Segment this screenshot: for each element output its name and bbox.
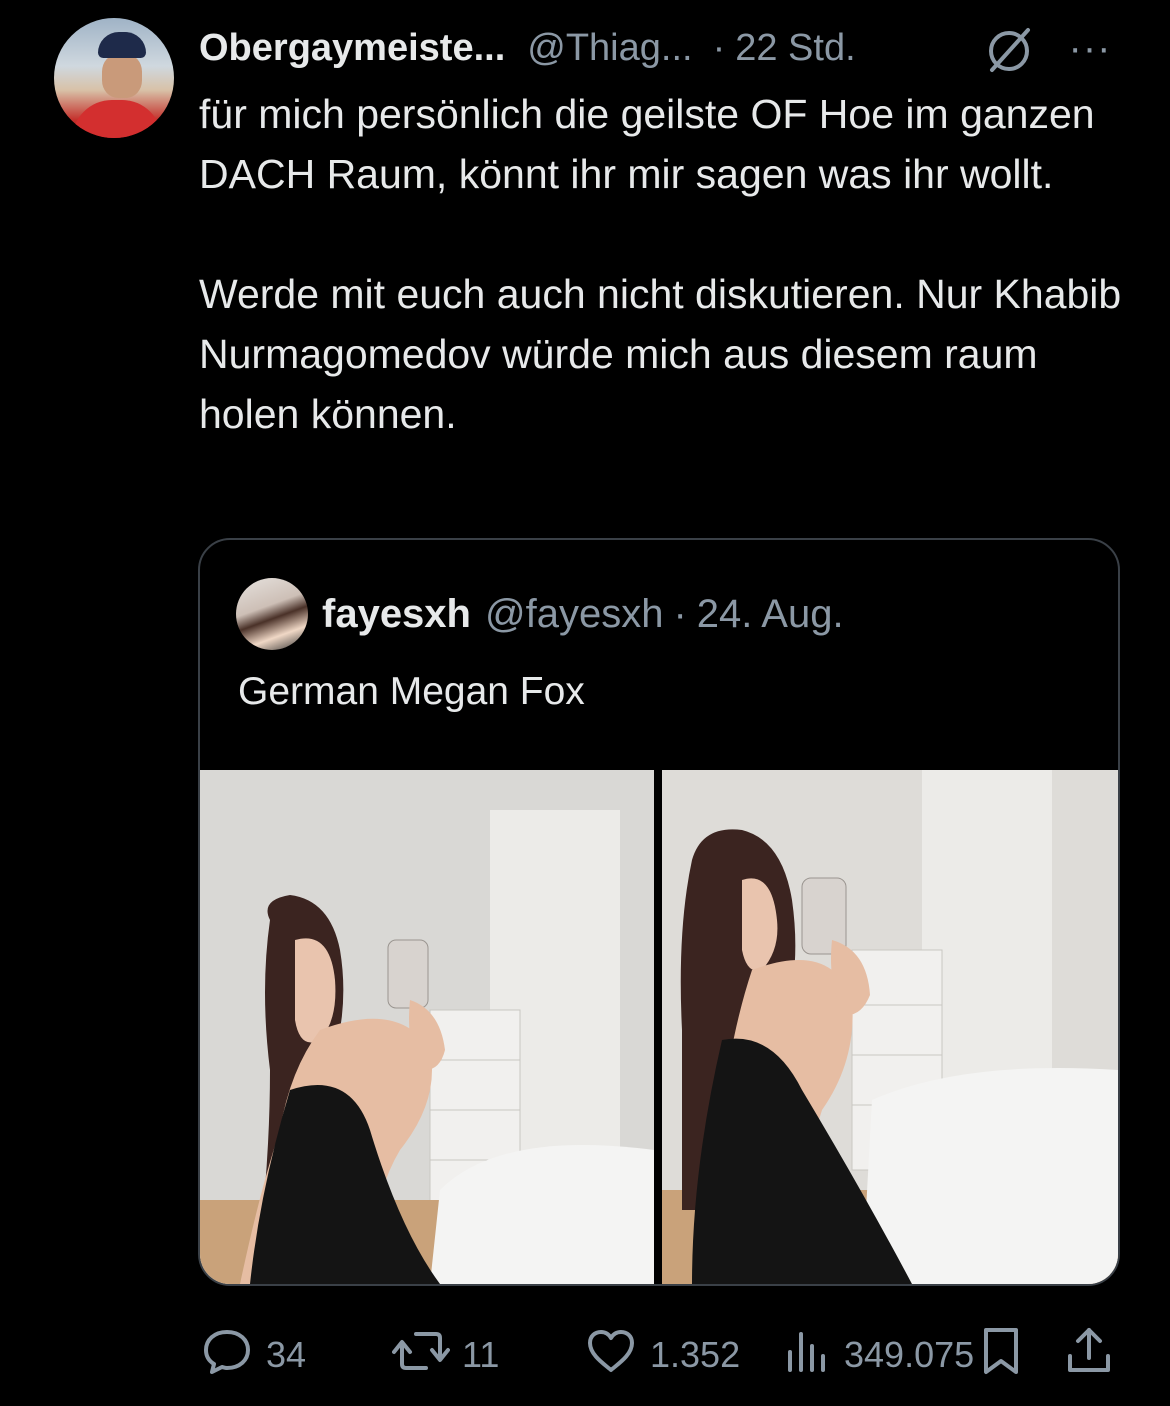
quoted-text: German Megan Fox — [238, 670, 585, 713]
like-button[interactable]: 1.352 — [584, 1320, 740, 1390]
tweet[interactable]: Obergaymeiste... @Thiag... · 22 Std. ···… — [0, 0, 1170, 1406]
media-photo-1[interactable] — [200, 770, 654, 1284]
views-bar-icon — [782, 1324, 832, 1387]
repost-button[interactable]: 11 — [392, 1320, 499, 1390]
share-icon — [1062, 1324, 1116, 1387]
author-handle[interactable]: @Thiag... — [527, 27, 692, 70]
tweet-paragraph: für mich persönlich die geilste OF Hoe i… — [199, 91, 1095, 197]
quoted-author-handle[interactable]: @fayesxh — [485, 592, 663, 637]
like-count: 1.352 — [650, 1334, 741, 1375]
bookmark-icon — [978, 1324, 1024, 1387]
repost-arrows-icon — [392, 1324, 450, 1387]
quoted-separator: · — [673, 591, 687, 636]
media-photo-2[interactable] — [662, 770, 1118, 1284]
quoted-author-name[interactable]: fayesxh — [322, 592, 471, 637]
views-count: 349.075 — [844, 1334, 975, 1375]
tweet-time[interactable]: 22 Std. — [735, 27, 855, 70]
avatar-shirt — [72, 100, 162, 138]
author-name[interactable]: Obergaymeiste... — [199, 27, 505, 70]
quoted-time[interactable]: 24. Aug. — [697, 592, 844, 637]
quoted-author-avatar[interactable] — [236, 578, 308, 650]
reply-button[interactable]: 34 — [200, 1320, 306, 1390]
avatar-face — [102, 54, 142, 98]
action-bar: 34 11 1.352 349.075 — [0, 1320, 1170, 1390]
reply-count: 34 — [266, 1334, 307, 1375]
avatar-cap — [98, 32, 146, 58]
repost-count: 11 — [462, 1334, 500, 1375]
heart-icon — [584, 1324, 638, 1387]
slash-circle-icon[interactable] — [984, 24, 1036, 76]
more-dots-icon[interactable]: ··· — [1066, 28, 1114, 68]
reply-bubble-icon — [200, 1324, 254, 1387]
author-avatar[interactable] — [54, 18, 174, 138]
tweet-header: Obergaymeiste... @Thiag... · 22 Std. — [199, 22, 856, 74]
quoted-tweet[interactable]: fayesxh @fayesxh · 24. Aug. German Megan… — [198, 538, 1120, 1286]
tweet-text: für mich persönlich die geilste OF Hoe i… — [199, 84, 1129, 444]
share-button[interactable] — [1062, 1320, 1116, 1390]
bookmark-button[interactable] — [978, 1320, 1024, 1390]
header-separator: · — [712, 26, 726, 69]
tweet-paragraph: Werde mit euch auch nicht diskutieren. N… — [199, 271, 1122, 437]
quoted-header: fayesxh @fayesxh · 24. Aug. — [322, 586, 844, 642]
views-button[interactable]: 349.075 — [782, 1320, 974, 1390]
